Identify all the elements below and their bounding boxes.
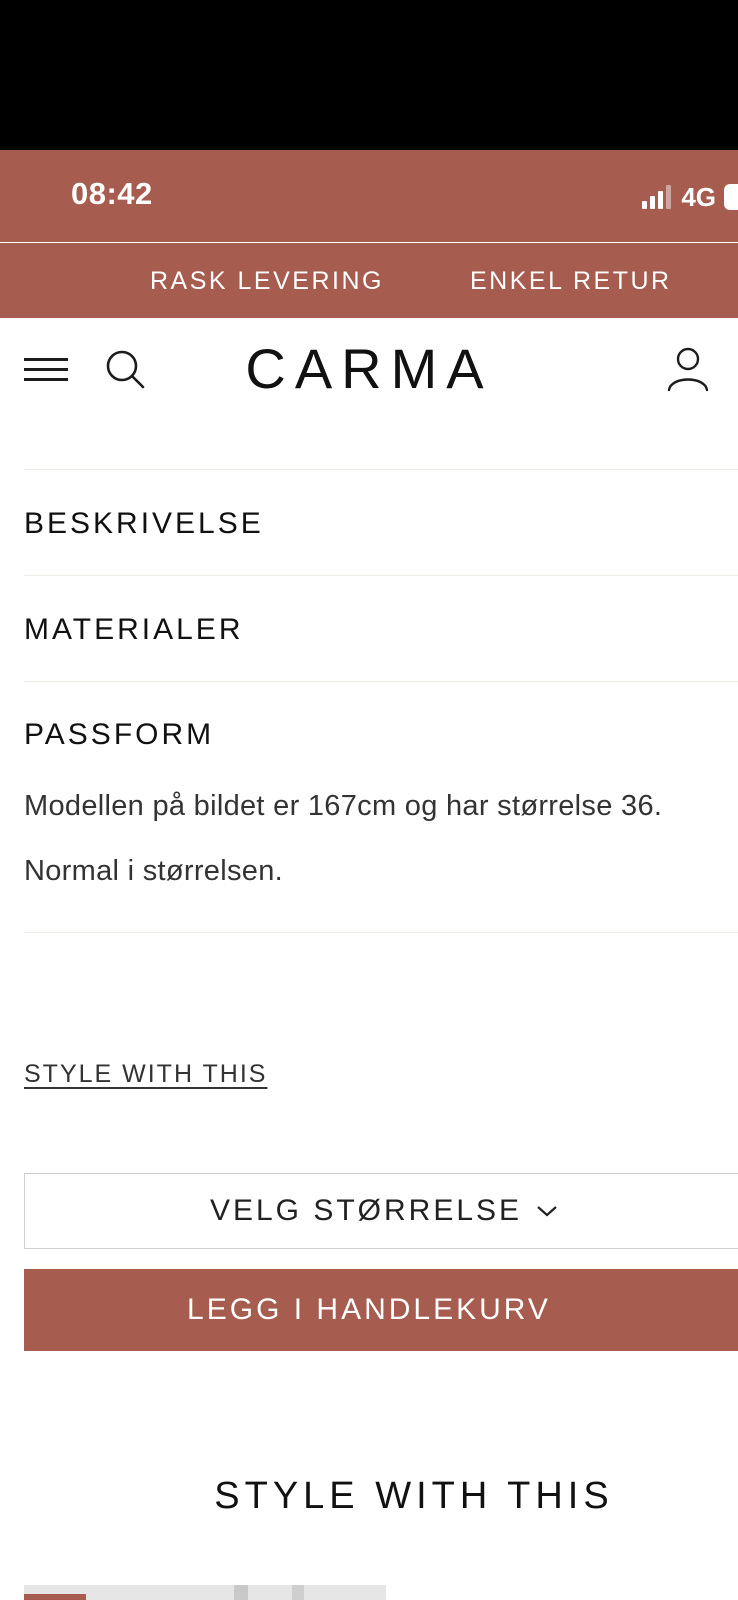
battery-icon [724,184,738,210]
accordion-passform[interactable]: PASSFORM [24,718,214,752]
signal-icon [642,185,672,209]
accordion-divider [24,932,738,933]
account-icon[interactable] [666,346,710,392]
brand-logo[interactable]: CARMA [0,336,738,401]
site-header: CARMA [0,318,738,422]
status-bar: 08:42 4G [0,150,738,242]
status-time: 08:42 [71,176,153,211]
section-title: STYLE WITH THIS [214,1475,614,1517]
accordion-divider [24,681,738,682]
network-type: 4G [681,181,716,212]
accordion-materialer[interactable]: MATERIALER [24,613,243,647]
size-select-label: VELG STØRRELSE [209,1194,523,1227]
image-detail [292,1585,304,1600]
accordion-beskrivelse[interactable]: BESKRIVELSE [24,507,264,541]
accordion-divider [24,575,738,576]
camera-cutout-area [0,0,738,150]
size-select[interactable]: VELG STØRRELSE [24,1173,738,1249]
style-with-this-link[interactable]: STYLE WITH THIS [24,1060,267,1089]
passform-text-model: Modellen på bildet er 167cm og har størr… [24,790,663,822]
accordion-divider [24,469,738,470]
add-to-cart-button[interactable]: LEGG I HANDLEKURV [24,1269,738,1351]
promo-fast-delivery: RASK LEVERING [150,267,384,295]
product-badge [24,1594,86,1600]
image-detail [234,1585,248,1600]
status-indicators: 4G [642,180,738,214]
promo-easy-return: ENKEL RETUR [470,267,672,295]
product-thumbnail[interactable] [24,1585,386,1600]
passform-text-fit: Normal i størrelsen. [24,855,283,887]
chevron-down-icon [537,1206,557,1217]
promo-bar: RASK LEVERING ENKEL RETUR [0,243,738,318]
